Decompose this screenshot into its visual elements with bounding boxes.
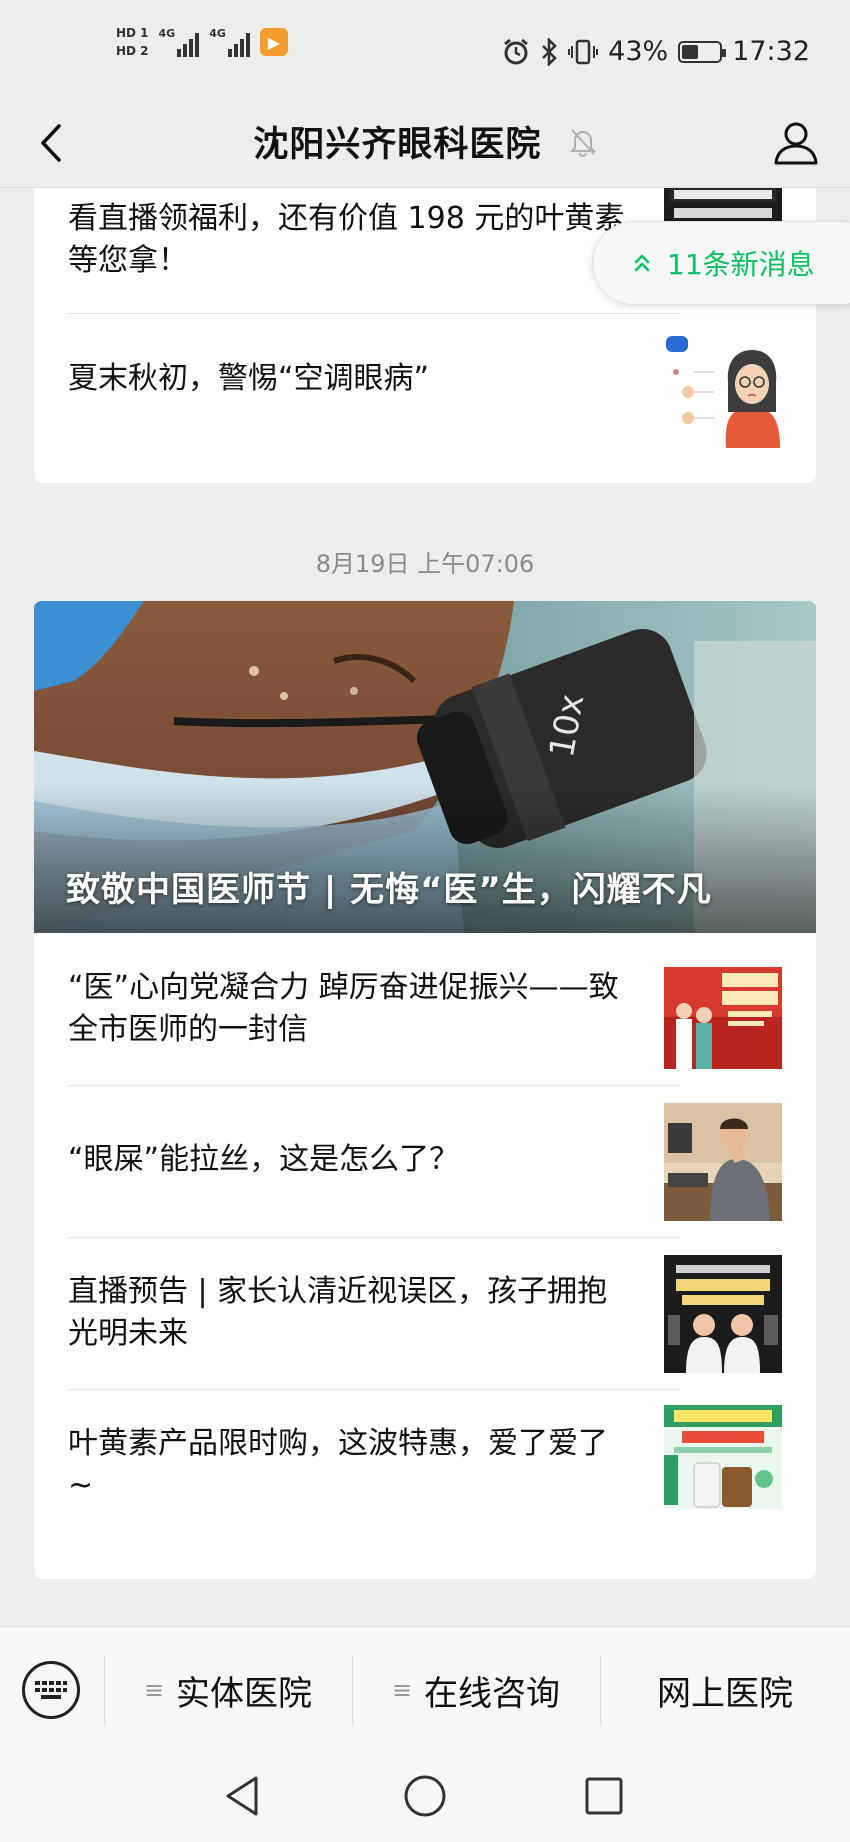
network-type-1: 4G [158,27,176,40]
menu-item-label: 网上医院 [657,1673,793,1714]
circle-home-icon [404,1775,446,1817]
signal-2-icon: 4G [209,27,250,57]
person-icon [774,122,818,165]
keyboard-icon [35,1681,67,1699]
article-thumbnail [664,1255,782,1373]
status-right: 43% 17:32 [502,36,810,67]
article-title: 直播预告 | 家长认清近视误区，孩子拥抱光明未来 [68,1274,608,1351]
menu-item-physical-hospital[interactable]: ≡ 实体医院 [104,1655,352,1725]
article-thumbnail [664,1103,782,1221]
battery-icon [678,40,727,63]
system-recents-button[interactable] [574,1766,634,1826]
list-item[interactable]: 叶黄素产品限时购，这波特惠，爱了爱了~ [68,1389,782,1549]
hd2-indicator: HD 2 [116,44,149,58]
alarm-icon [504,38,529,64]
profile-button[interactable] [768,114,824,170]
list-item[interactable]: 夏末秋初，警惕“空调眼病” [68,314,782,466]
system-navigation-bar [0,1750,850,1842]
article-title: “眼屎”能拉丝，这是怎么了？ [68,1142,460,1177]
submenu-icon: ≡ [143,1676,165,1704]
video-app-icon: ▶ [259,28,288,56]
network-type-2: 4G [209,27,226,40]
vibrate-icon [568,39,599,64]
keyboard-toggle-button[interactable] [22,1661,80,1719]
article-title: “医”心向党凝合力 踔厉奋进促振兴——致全市医师的一封信 [68,970,619,1047]
article-title: 夏末秋初，警惕“空调眼病” [68,361,430,396]
bluetooth-icon [542,37,557,66]
triangle-back-icon [226,1776,258,1816]
battery-fill [682,44,698,59]
status-bar: HD 1 HD 2 4G 4G ▶ 43% 17:32 [0,0,850,100]
hd-indicators: HD 1 HD 2 [116,26,149,58]
hero-article[interactable]: 10x 致敬中国医师节 | 无悔“医”生，闪耀不凡 [34,601,816,933]
double-chevron-up-icon [634,254,650,272]
article-card: 10x 致敬中国医师节 | 无悔“医”生，闪耀不凡 “医”心向党凝合力 踔厉奋进… [34,601,816,1579]
new-messages-label: 11条新消息 [667,248,815,281]
message-timestamp: 8月19日 上午07:06 [315,550,535,578]
page-title: 沈阳兴齐眼科医院 [0,116,850,167]
account-menu-bar: ≡ 实体医院 ≡ 在线咨询 网上医院 [0,1626,850,1750]
nav-bar: 沈阳兴齐眼科医院 [0,100,850,188]
article-thumbnail [664,967,782,1085]
square-recents-icon [585,1777,623,1815]
clock: 17:32 [732,36,810,67]
menu-item-online-hospital[interactable]: 网上医院 [600,1655,850,1725]
account-name: 沈阳兴齐眼科医院 [253,125,542,165]
battery-percent: 43% [608,36,669,67]
menu-item-label: 实体医院 [176,1673,313,1714]
article-thumbnail [664,330,782,448]
hero-article-title: 致敬中国医师节 | 无悔“医”生，闪耀不凡 [66,870,712,910]
list-item[interactable]: “眼屎”能拉丝，这是怎么了？ [68,1085,782,1237]
hd1-indicator: HD 1 [116,26,149,40]
new-messages-button[interactable]: 11条新消息 [592,221,850,305]
list-item[interactable]: “医”心向党凝合力 踔厉奋进促振兴——致全市医师的一封信 [68,933,782,1085]
menu-item-label: 在线咨询 [424,1673,561,1714]
article-title: 看直播领福利，还有价值 198 元的叶黄素等您拿！ [68,201,625,278]
mute-bell-icon [569,126,597,166]
submenu-icon: ≡ [391,1676,413,1704]
menu-item-online-consult[interactable]: ≡ 在线咨询 [352,1655,600,1725]
article-thumbnail [664,1405,782,1523]
list-item[interactable]: 直播预告 | 家长认清近视误区，孩子拥抱光明未来 [68,1237,782,1389]
article-title: 叶黄素产品限时购，这波特惠，爱了爱了~ [68,1426,608,1503]
status-left: HD 1 HD 2 4G 4G ▶ [116,26,288,58]
system-home-button[interactable] [395,1766,455,1826]
signal-1-icon: 4G [159,27,200,57]
system-back-button[interactable] [212,1766,272,1826]
